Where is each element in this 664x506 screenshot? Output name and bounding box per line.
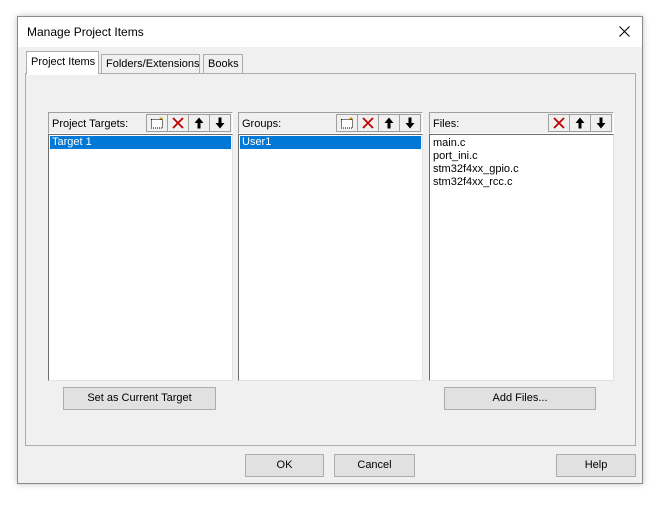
close-icon xyxy=(619,26,630,37)
move-file-up-button[interactable] xyxy=(569,114,591,132)
groups-toolbar xyxy=(336,114,421,132)
groups-header: Groups: xyxy=(238,112,423,134)
tab-books[interactable]: Books xyxy=(203,54,243,74)
close-button[interactable] xyxy=(608,17,642,47)
move-group-down-button[interactable] xyxy=(399,114,421,132)
tab-active-joiner xyxy=(27,73,98,75)
list-item[interactable]: main.c xyxy=(431,137,612,150)
arrow-down-icon xyxy=(596,117,606,129)
tab-label: Project Items xyxy=(31,56,96,68)
arrow-up-icon xyxy=(384,117,394,129)
delete-icon xyxy=(553,117,565,129)
delete-file-button[interactable] xyxy=(548,114,570,132)
move-target-up-button[interactable] xyxy=(188,114,210,132)
tab-folders-extensions[interactable]: Folders/Extensions xyxy=(101,54,200,74)
project-targets-list[interactable]: Target 1 xyxy=(48,134,233,381)
project-items-panel: Project Targets: Target 1 Groups: User1 … xyxy=(25,73,636,446)
groups-label: Groups: xyxy=(242,118,282,130)
title-bar: Manage Project Items xyxy=(18,17,642,47)
new-item-icon xyxy=(341,117,353,129)
list-item[interactable]: stm32f4xx_gpio.c xyxy=(431,163,612,176)
manage-project-items-dialog: Manage Project Items Project Items Folde… xyxy=(17,16,643,484)
delete-target-button[interactable] xyxy=(167,114,189,132)
tab-label: Folders/Extensions xyxy=(106,58,200,70)
new-group-button[interactable] xyxy=(336,114,358,132)
files-list[interactable]: main.c port_ini.c stm32f4xx_gpio.c stm32… xyxy=(429,134,614,381)
files-label: Files: xyxy=(433,118,460,130)
project-targets-toolbar xyxy=(146,114,231,132)
window-title: Manage Project Items xyxy=(27,25,144,39)
delete-icon xyxy=(172,117,184,129)
tab-project-items[interactable]: Project Items xyxy=(26,51,99,74)
arrow-down-icon xyxy=(215,117,225,129)
arrow-down-icon xyxy=(405,117,415,129)
list-item[interactable]: stm32f4xx_rcc.c xyxy=(431,176,612,189)
move-file-down-button[interactable] xyxy=(590,114,612,132)
tab-label: Books xyxy=(208,58,239,70)
project-targets-label: Project Targets: xyxy=(52,118,129,130)
new-target-button[interactable] xyxy=(146,114,168,132)
list-item[interactable]: Target 1 xyxy=(50,136,231,149)
arrow-up-icon xyxy=(575,117,585,129)
files-toolbar xyxy=(548,114,612,132)
add-files-button[interactable]: Add Files... xyxy=(444,387,596,410)
delete-group-button[interactable] xyxy=(357,114,379,132)
set-as-current-target-button[interactable]: Set as Current Target xyxy=(63,387,216,410)
ok-button[interactable]: OK xyxy=(245,454,324,477)
delete-icon xyxy=(362,117,374,129)
cancel-button[interactable]: Cancel xyxy=(334,454,415,477)
list-item[interactable]: User1 xyxy=(240,136,421,149)
groups-list[interactable]: User1 xyxy=(238,134,423,381)
move-group-up-button[interactable] xyxy=(378,114,400,132)
help-button[interactable]: Help xyxy=(556,454,636,477)
project-targets-header: Project Targets: xyxy=(48,112,233,134)
files-header: Files: xyxy=(429,112,614,134)
arrow-up-icon xyxy=(194,117,204,129)
list-item[interactable]: port_ini.c xyxy=(431,150,612,163)
new-item-icon xyxy=(151,117,163,129)
move-target-down-button[interactable] xyxy=(209,114,231,132)
